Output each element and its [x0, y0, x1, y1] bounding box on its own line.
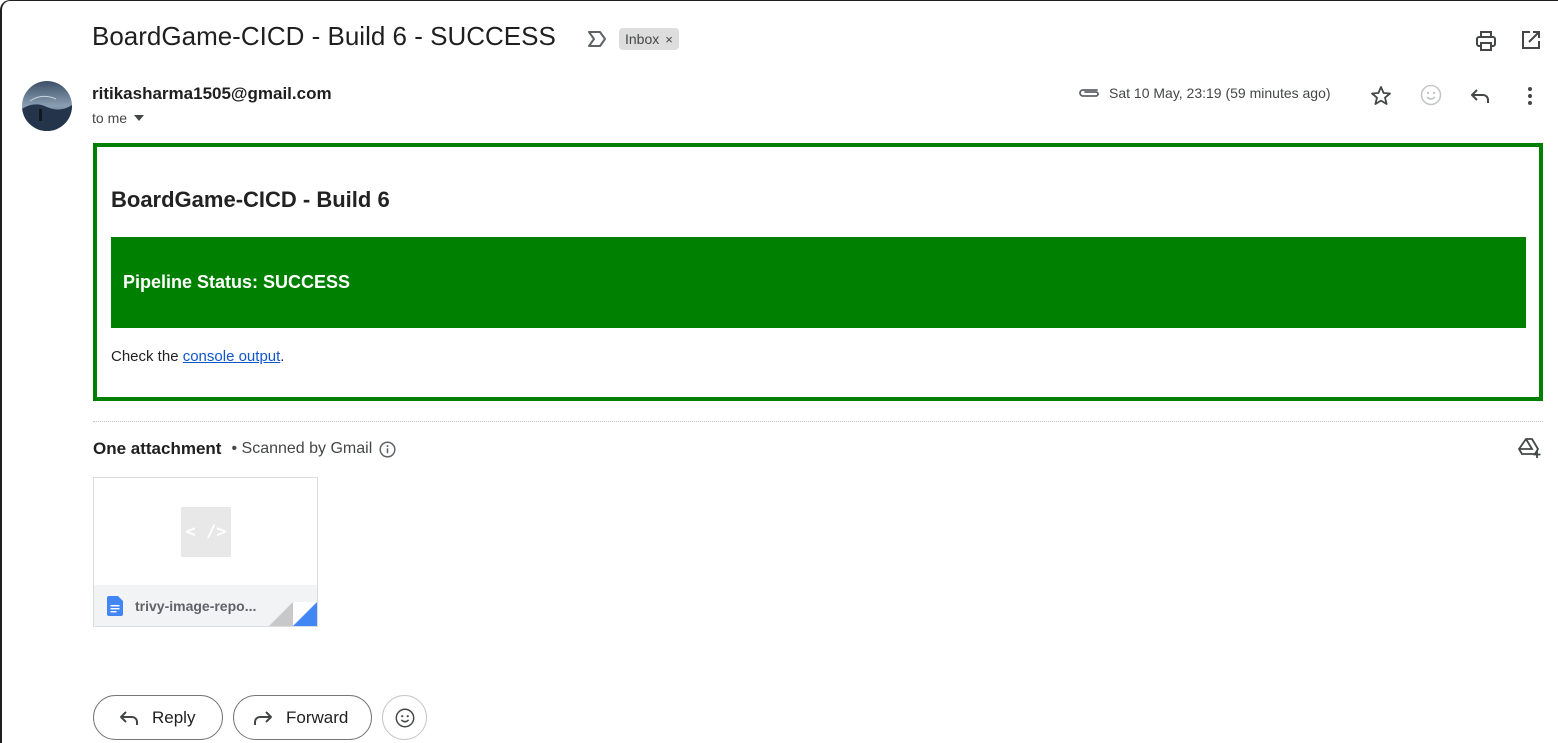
info-icon[interactable] [379, 440, 396, 458]
email-body: BoardGame-CICD - Build 6 Pipeline Status… [93, 143, 1543, 401]
page-fold-icon [269, 602, 317, 626]
chevron-down-icon [134, 115, 145, 121]
attachments-divider [93, 421, 1543, 422]
more-vert-icon[interactable] [1518, 84, 1542, 108]
label-chip-inbox: Inbox × [619, 28, 679, 50]
doc-icon [107, 595, 123, 616]
pipeline-status-banner: Pipeline Status: SUCCESS [111, 237, 1526, 328]
open-new-window-icon[interactable] [1520, 29, 1542, 51]
email-subject: BoardGame-CICD - Build 6 - SUCCESS [92, 21, 556, 51]
forward-button-label: Forward [286, 707, 349, 727]
importance-icon[interactable] [586, 29, 608, 49]
sender-email[interactable]: ritikasharma1505@gmail.com [92, 84, 332, 104]
reply-button[interactable]: Reply [93, 695, 223, 740]
console-output-link[interactable]: console output [183, 348, 281, 365]
check-prefix: Check the [111, 348, 183, 365]
check-suffix: . [280, 348, 285, 365]
pipeline-status-text: Pipeline Status: SUCCESS [123, 272, 351, 292]
attachment-count: One attachment [93, 439, 222, 458]
add-to-drive-icon[interactable] [1518, 437, 1542, 459]
remove-label-button[interactable]: × [665, 32, 673, 47]
attachments-header: One attachment • Scanned by Gmail [93, 439, 396, 459]
reply-icon[interactable] [1468, 84, 1492, 108]
avatar-image [22, 81, 72, 131]
console-output-line: Check the console output. [111, 348, 284, 365]
build-title: BoardGame-CICD - Build 6 [111, 187, 390, 212]
attachment-clip-icon [1079, 89, 1099, 97]
forward-button[interactable]: Forward [233, 695, 372, 740]
code-file-thumbnail: < /> [181, 507, 231, 557]
reply-icon [120, 710, 138, 725]
attachment-filename: trivy-image-repo... [135, 597, 257, 614]
attachment-card[interactable]: < /> trivy-image-repo... [93, 477, 318, 627]
emoji-icon[interactable] [1419, 83, 1443, 107]
label-chip-text: Inbox [625, 31, 660, 47]
emoji-icon [395, 708, 414, 727]
forward-icon [254, 710, 272, 725]
reply-button-label: Reply [152, 707, 196, 727]
recipient-details-toggle[interactable]: to me [92, 110, 145, 126]
sender-avatar[interactable] [22, 81, 72, 131]
star-icon[interactable] [1369, 84, 1393, 108]
scan-status: • Scanned by Gmail [231, 440, 373, 457]
emoji-reaction-button[interactable] [382, 695, 427, 740]
recipient-label: to me [92, 110, 128, 126]
email-view: BoardGame-CICD - Build 6 - SUCCESS Inbox… [0, 0, 1558, 743]
email-date: Sat 10 May, 23:19 (59 minutes ago) [1109, 85, 1331, 101]
print-icon[interactable] [1474, 29, 1498, 53]
